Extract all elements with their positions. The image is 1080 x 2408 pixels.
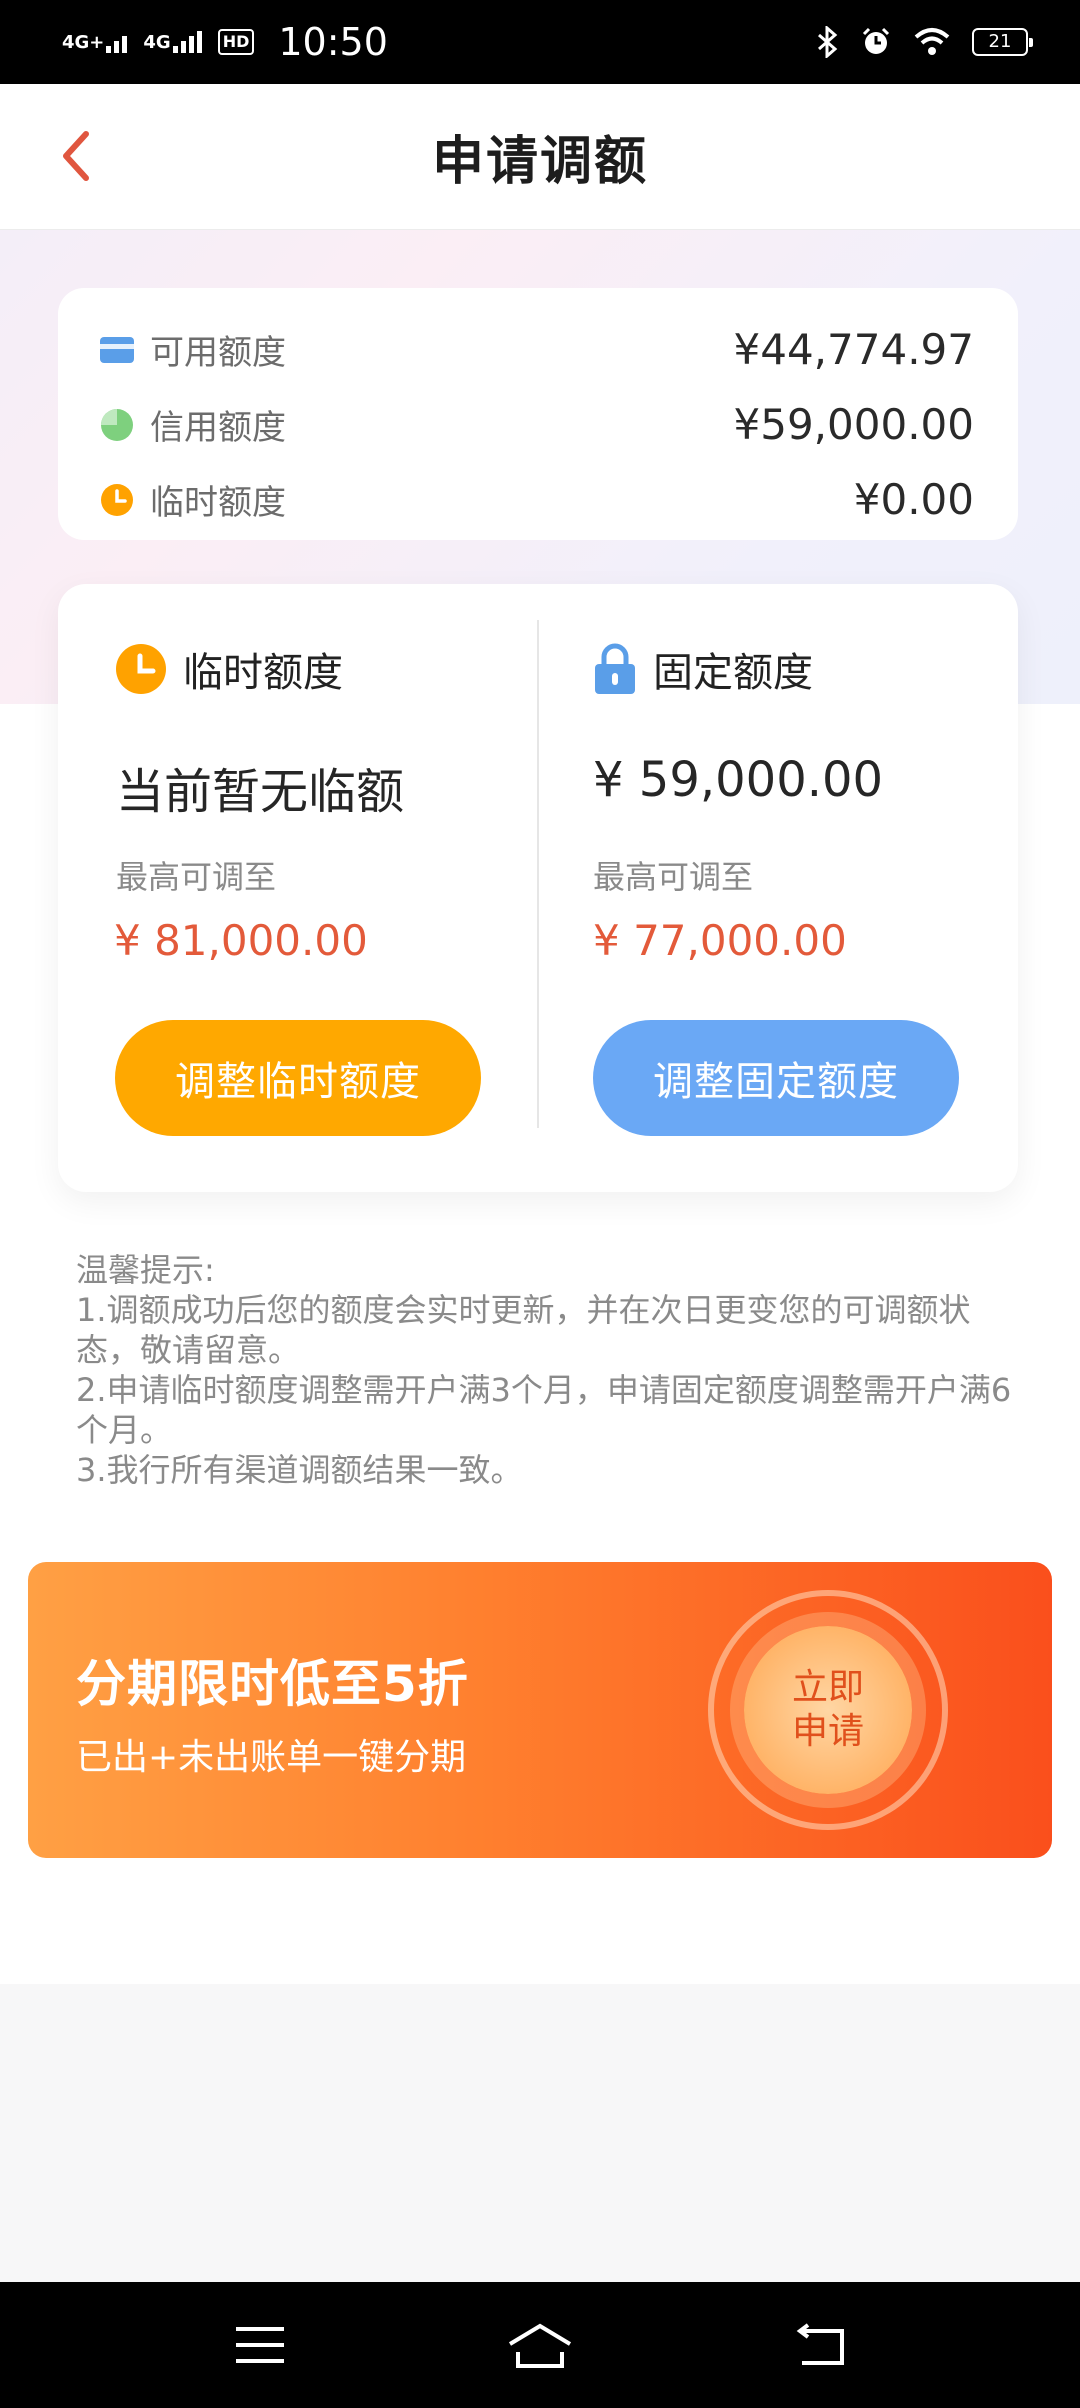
signal-4g: 4G: [143, 31, 202, 53]
summary-row-temporary: 临时额度 ¥0.00: [100, 462, 974, 537]
clock-icon: [100, 483, 134, 517]
summary-row-available: 可用额度 ¥44,774.97: [100, 312, 974, 387]
summary-row-credit: 信用额度 ¥59,000.00: [100, 387, 974, 462]
summary-label: 可用额度: [150, 333, 286, 373]
promo-title: 分期限时低至5折: [76, 1655, 469, 1713]
summary-label: 临时额度: [150, 483, 286, 523]
adjust-fixed-limit-button[interactable]: 调整固定额度: [593, 1020, 959, 1136]
fixed-limit-header: 固定额度: [593, 640, 813, 698]
max-adjust-label: 最高可调至: [593, 858, 754, 896]
max-adjust-value: ¥ 77,000.00: [593, 916, 847, 965]
temporary-limit-title: 临时额度: [183, 650, 343, 696]
clock-time: 10:50: [278, 20, 388, 64]
signal-bars-icon: [172, 31, 202, 53]
tips-line: 2.申请临时额度调整需开户满3个月，申请固定额度调整需开户满6个月。: [76, 1371, 1012, 1449]
status-right: 21: [816, 26, 1033, 58]
max-adjust-label: 最高可调至: [116, 858, 277, 896]
temporary-limit-status: 当前暂无临额: [116, 764, 405, 820]
temporary-limit-column: 临时额度 当前暂无临额 最高可调至 ¥ 81,000.00 调整临时额度: [58, 584, 538, 1192]
summary-value: ¥59,000.00: [733, 400, 974, 449]
status-left: 4G+ 4G HD 10:50: [62, 20, 388, 64]
card-icon: [100, 333, 134, 367]
max-adjust-value: ¥ 81,000.00: [114, 916, 368, 965]
title-bar: 申请调额: [0, 84, 1080, 230]
system-nav-bar: [0, 2282, 1080, 2408]
summary-value: ¥44,774.97: [733, 325, 974, 374]
apply-now-badge: 立即 申请: [744, 1626, 912, 1794]
fixed-limit-column: 固定额度 ¥ 59,000.00 最高可调至 ¥ 77,000.00 调整固定额…: [538, 584, 1018, 1192]
adjust-limit-card: 临时额度 当前暂无临额 最高可调至 ¥ 81,000.00 调整临时额度 固定额…: [58, 584, 1018, 1192]
network-type-label: 4G+: [62, 32, 105, 53]
alarm-icon: [862, 27, 890, 54]
temporary-limit-header: 临时额度: [115, 640, 343, 698]
adjust-temporary-limit-button[interactable]: 调整临时额度: [115, 1020, 481, 1136]
fixed-limit-title: 固定额度: [653, 650, 813, 696]
status-bar: 4G+ 4G HD 10:50 21: [0, 0, 1080, 84]
tips-line: 3.我行所有渠道调额结果一致。: [76, 1451, 523, 1489]
hd-badge: HD: [217, 29, 255, 55]
bluetooth-icon: [818, 26, 838, 58]
promo-subtitle: 已出+未出账单一键分期: [76, 1737, 467, 1778]
home-button[interactable]: [500, 2305, 580, 2385]
return-icon: [796, 2323, 844, 2365]
chevron-left-icon: [63, 131, 89, 181]
pie-icon: [100, 408, 134, 442]
wifi-icon: [914, 28, 950, 55]
tips-line: 1.调额成功后您的额度会实时更新，并在次日更变您的可调额状态，敬请留意。: [76, 1291, 971, 1369]
limit-summary-card: 可用额度 ¥44,774.97 信用额度 ¥59,000.00 临时额度 ¥0.…: [58, 288, 1018, 540]
summary-value: ¥0.00: [853, 475, 974, 524]
apply-now-line2: 申请: [791, 1711, 864, 1752]
installment-promo-banner[interactable]: 分期限时低至5折 已出+未出账单一键分期 立即 申请: [28, 1562, 1052, 1858]
fixed-limit-current: ¥ 59,000.00: [593, 752, 884, 808]
clock-icon: [116, 644, 166, 694]
back-nav-button[interactable]: [780, 2305, 860, 2385]
back-button[interactable]: [40, 120, 112, 192]
tips-heading: 温馨提示:: [76, 1251, 215, 1289]
summary-label: 信用额度: [150, 408, 286, 448]
signal-4g-plus: 4G+: [62, 31, 128, 53]
apply-now-button[interactable]: 立即 申请: [708, 1590, 948, 1830]
signal-bars-icon: [106, 31, 128, 53]
home-icon: [508, 2323, 572, 2368]
battery-icon: 21: [972, 28, 1033, 56]
menu-button[interactable]: [220, 2305, 300, 2385]
network-type-label: 4G: [143, 32, 171, 53]
menu-icon: [236, 2327, 284, 2363]
apply-now-line1: 立即: [791, 1667, 864, 1708]
tips-section: 温馨提示: 1.调额成功后您的额度会实时更新，并在次日更变您的可调额状态，敬请留…: [76, 1250, 1016, 1490]
lock-icon: [595, 643, 635, 694]
page-title: 申请调额: [431, 132, 648, 192]
